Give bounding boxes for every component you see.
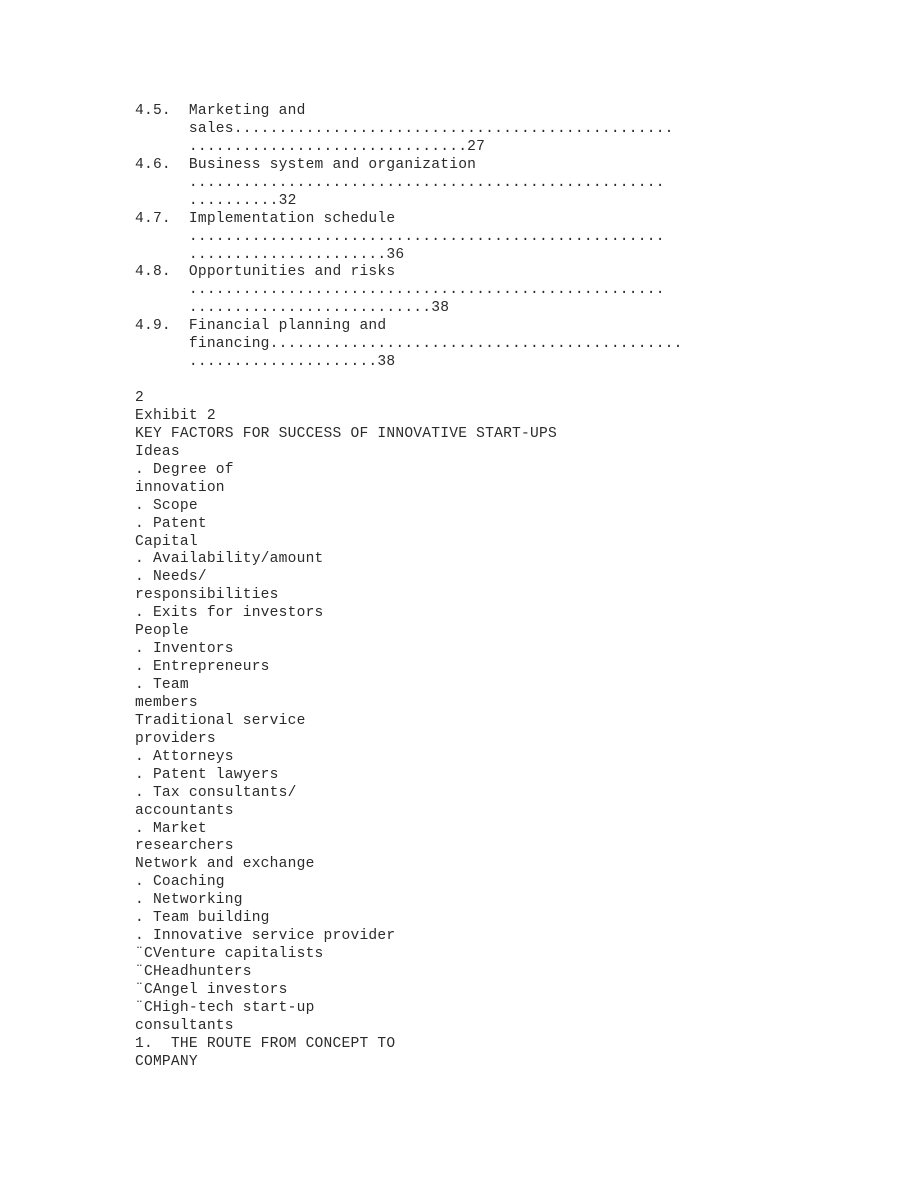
text-line: ¨CHigh-tech start-up bbox=[135, 999, 315, 1016]
text-line: ¨CHeadhunters bbox=[135, 964, 252, 980]
text-line: Traditional service bbox=[135, 712, 306, 729]
text-line: 4.7. Implementation schedule bbox=[135, 210, 396, 227]
text-line: 4.8. Opportunities and risks bbox=[135, 264, 396, 281]
text-line: 4.5. Marketing and bbox=[135, 103, 306, 119]
text-line: ..........32 bbox=[135, 192, 297, 209]
text-line: consultants bbox=[135, 1017, 234, 1034]
text-line: . Scope bbox=[135, 497, 198, 514]
text-line: . Market bbox=[135, 820, 207, 837]
text-line: ......................36 bbox=[135, 246, 405, 263]
text-line: . Innovative service provider bbox=[135, 928, 396, 945]
text-line: . Patent bbox=[135, 515, 207, 532]
text-line: accountants bbox=[135, 802, 234, 819]
text-line: ¨CVenture capitalists bbox=[135, 946, 324, 963]
text-line: . Patent lawyers bbox=[135, 766, 279, 783]
text-line: responsibilities bbox=[135, 587, 279, 604]
text-line: . Tax consultants/ bbox=[135, 784, 297, 801]
text-line: members bbox=[135, 694, 198, 711]
text-line: . Attorneys bbox=[135, 748, 234, 765]
text-line: sales...................................… bbox=[135, 120, 674, 137]
text-line: Network and exchange bbox=[135, 856, 315, 873]
text-line: financing...............................… bbox=[135, 336, 683, 353]
text-line: 4.6. Business system and organization bbox=[135, 156, 477, 173]
document-text-body: 4.5. Marketing and sales................… bbox=[135, 103, 835, 1072]
text-line: . Entrepreneurs bbox=[135, 659, 270, 676]
text-line: . Availability/amount bbox=[135, 551, 324, 568]
text-line: . Degree of bbox=[135, 461, 234, 478]
text-line: . Team building bbox=[135, 910, 270, 927]
text-line: ¨CAngel investors bbox=[135, 981, 288, 998]
text-line: .....................38 bbox=[135, 354, 396, 371]
text-line: 2 bbox=[135, 390, 144, 406]
text-line: . Networking bbox=[135, 892, 243, 909]
text-line: People bbox=[135, 623, 189, 640]
text-line: Ideas bbox=[135, 443, 180, 460]
text-line: ........................................… bbox=[135, 228, 665, 245]
text-line: 1. THE ROUTE FROM CONCEPT TO bbox=[135, 1035, 396, 1052]
text-line: KEY FACTORS FOR SUCCESS OF INNOVATIVE ST… bbox=[135, 425, 557, 442]
text-line: providers bbox=[135, 730, 216, 747]
text-line: ...........................38 bbox=[135, 300, 450, 317]
text-line: Capital bbox=[135, 533, 198, 550]
text-line: . Needs/ bbox=[135, 569, 207, 586]
text-line: . Team bbox=[135, 677, 189, 693]
text-line: 4.9. Financial planning and bbox=[135, 318, 387, 335]
text-line: ...............................27 bbox=[135, 138, 486, 155]
text-line: ........................................… bbox=[135, 174, 665, 191]
text-line: . Coaching bbox=[135, 874, 225, 891]
text-line: Exhibit 2 bbox=[135, 407, 216, 424]
text-line: COMPANY bbox=[135, 1053, 198, 1070]
text-line: . Inventors bbox=[135, 641, 234, 658]
text-line: innovation bbox=[135, 479, 225, 496]
document-page: 4.5. Marketing and sales................… bbox=[0, 0, 920, 1191]
text-line: ........................................… bbox=[135, 282, 665, 299]
text-line: researchers bbox=[135, 838, 234, 855]
text-line: . Exits for investors bbox=[135, 605, 324, 622]
